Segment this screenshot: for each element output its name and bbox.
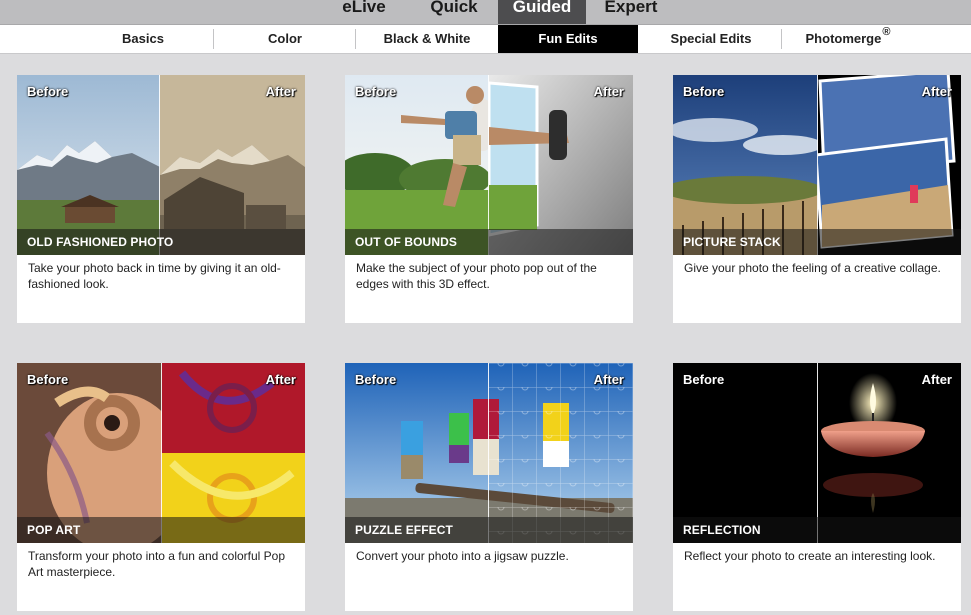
card-title: OUT OF BOUNDS (355, 235, 457, 249)
card-description: Give your photo the feeling of a creativ… (684, 261, 941, 275)
after-image (160, 75, 305, 255)
thumbnail-out-of-bounds: Before After OUT OF BOUNDS (345, 75, 633, 255)
card-out-of-bounds[interactable]: Before After OUT OF BOUNDS Make the subj… (345, 75, 633, 323)
caption-bar: OUT OF BOUNDS (345, 229, 633, 255)
after-image (489, 75, 633, 255)
card-old-fashioned-photo[interactable]: Before After OLD FASHIONED PHOTO Take yo… (17, 75, 305, 323)
thumbnail-old-fashioned: Before After OLD FASHIONED PHOTO (17, 75, 305, 255)
before-after-divider (817, 75, 818, 255)
before-image (673, 75, 818, 255)
card-picture-stack[interactable]: Before After PICTURE STACK Give your pho… (673, 75, 961, 323)
caption-bar: POP ART (17, 517, 305, 543)
mode-quick[interactable]: Quick (418, 0, 490, 24)
before-after-divider (488, 363, 489, 543)
tab-photomerge[interactable]: Photomerge® (782, 25, 914, 53)
after-label: After (921, 372, 952, 387)
after-label: After (265, 372, 296, 387)
card-reflection[interactable]: Before After REFLECTION Reflect your pho… (673, 363, 961, 611)
card-pop-art[interactable]: Before After POP ART Transform your phot… (17, 363, 305, 611)
before-label: Before (683, 372, 725, 387)
before-after-divider (161, 363, 162, 543)
card-title: POP ART (27, 523, 81, 537)
thumbnail-puzzle-effect: Before After PUZZLE EFFECT (345, 363, 633, 543)
caption-bar: OLD FASHIONED PHOTO (17, 229, 305, 255)
thumbnail-pop-art: Before After POP ART (17, 363, 305, 543)
before-label: Before (355, 372, 397, 387)
tab-color[interactable]: Color (214, 25, 356, 53)
card-title: REFLECTION (683, 523, 761, 537)
before-label: Before (27, 84, 69, 99)
mode-elive[interactable]: eLive (328, 0, 400, 24)
before-label: Before (27, 372, 69, 387)
card-description: Convert your photo into a jigsaw puzzle. (356, 549, 569, 563)
before-label: Before (683, 84, 725, 99)
before-after-divider (817, 363, 818, 543)
before-after-divider (159, 75, 160, 255)
card-description: Reflect your photo to create an interest… (684, 549, 936, 563)
mode-expert[interactable]: Expert (594, 0, 668, 24)
before-after-image (345, 363, 633, 543)
mode-guided[interactable]: Guided (498, 0, 586, 24)
tab-basics[interactable]: Basics (72, 25, 214, 53)
caption-bar: PICTURE STACK (673, 229, 961, 255)
card-puzzle-effect[interactable]: Before After PUZZLE EFFECT Convert your … (345, 363, 633, 611)
thumbnail-reflection: Before After REFLECTION (673, 363, 961, 543)
caption-bar: PUZZLE EFFECT (345, 517, 633, 543)
card-description: Transform your photo into a fun and colo… (28, 549, 286, 579)
category-tab-bar: Basics Color Black & White Fun Edits Spe… (0, 25, 971, 54)
after-image (162, 363, 305, 543)
registered-mark: ® (882, 26, 891, 38)
card-title: OLD FASHIONED PHOTO (27, 235, 174, 249)
after-label: After (593, 372, 624, 387)
tab-photomerge-label: Photomerge (805, 31, 882, 46)
before-image (17, 363, 162, 543)
mode-bar: eLive Quick Guided Expert (0, 0, 971, 25)
after-label: After (265, 84, 296, 99)
after-image (818, 75, 961, 255)
card-description: Take your photo back in time by giving i… (28, 261, 281, 291)
tab-fun-edits[interactable]: Fun Edits (498, 25, 638, 53)
card-description: Make the subject of your photo pop out o… (356, 261, 597, 291)
before-image (345, 75, 489, 255)
thumbnail-picture-stack: Before After PICTURE STACK (673, 75, 961, 255)
card-title: PUZZLE EFFECT (355, 523, 453, 537)
tab-black-white[interactable]: Black & White (356, 25, 498, 53)
caption-bar: REFLECTION (673, 517, 961, 543)
after-label: After (921, 84, 952, 99)
before-image (17, 75, 160, 255)
card-title: PICTURE STACK (683, 235, 781, 249)
after-label: After (593, 84, 624, 99)
before-after-divider (488, 75, 489, 255)
before-label: Before (355, 84, 397, 99)
tab-special-edits[interactable]: Special Edits (640, 25, 782, 53)
